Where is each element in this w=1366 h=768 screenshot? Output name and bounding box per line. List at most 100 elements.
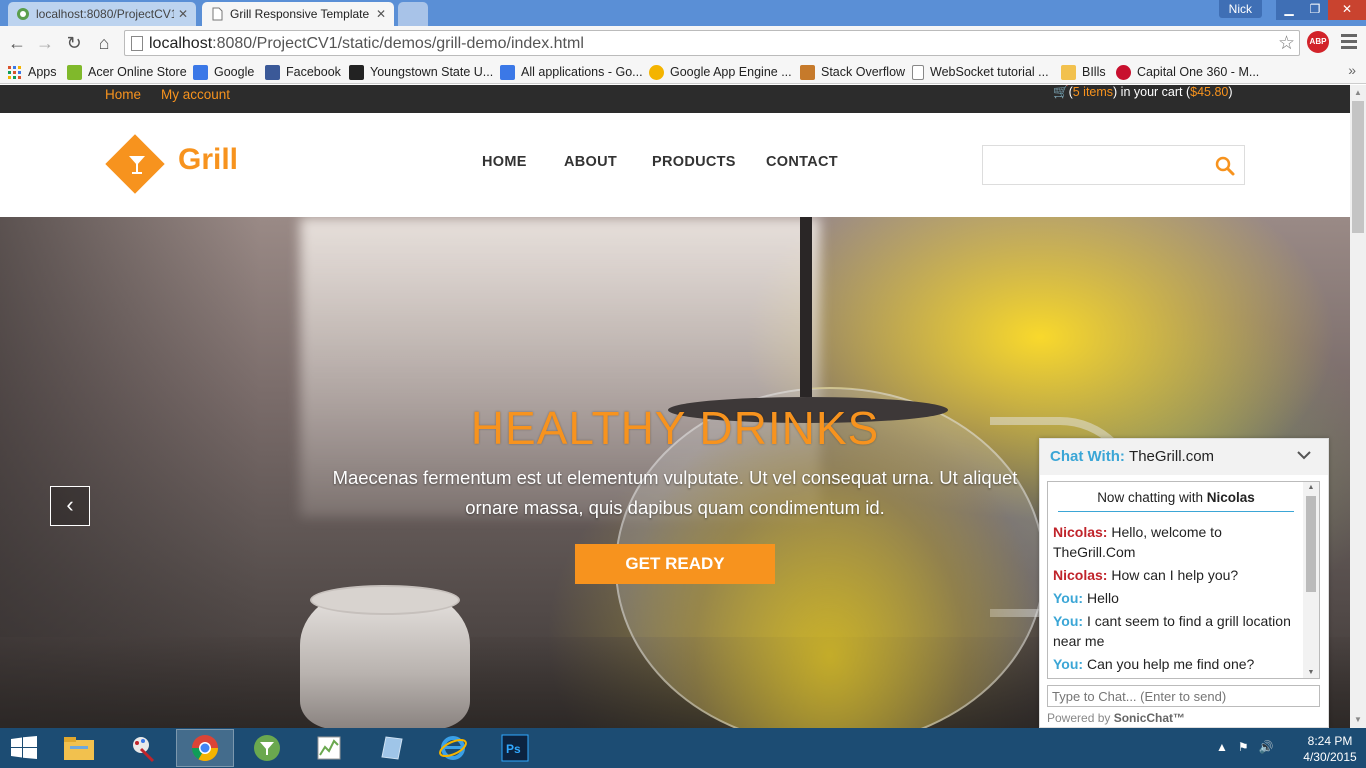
bookmark-stack-overflow[interactable]: Stack Overflow <box>800 63 905 81</box>
address-bar[interactable]: localhost:8080/ProjectCV1/static/demos/g… <box>124 30 1300 56</box>
home-icon[interactable]: ⌂ <box>93 32 115 54</box>
chat-log[interactable]: Now chatting with Nicolas Nicolas: Hello… <box>1047 481 1320 679</box>
nav-products[interactable]: PRODUCTS <box>652 154 736 170</box>
profile-badge[interactable]: Nick <box>1218 0 1262 18</box>
system-tray[interactable]: ▲ ⚑ 🔊 <box>1216 740 1274 754</box>
search-input[interactable] <box>982 145 1245 185</box>
reload-icon[interactable]: ↻ <box>63 32 85 54</box>
new-tab-button[interactable] <box>398 2 428 26</box>
cocktail-glass-icon <box>129 156 145 174</box>
chat-message: You: Hello <box>1053 590 1119 606</box>
page-icon <box>131 36 143 51</box>
file-explorer-icon[interactable] <box>50 729 108 767</box>
get-ready-button[interactable]: GET READY <box>575 544 775 584</box>
chevron-down-icon[interactable] <box>1294 445 1314 465</box>
bookmark-websocket[interactable]: WebSocket tutorial ... <box>912 63 1049 81</box>
scroll-up-arrow-icon[interactable]: ▲ <box>1350 85 1366 101</box>
bookmark-all-applications[interactable]: All applications - Go... <box>500 63 643 81</box>
logo-text[interactable]: Grill <box>178 143 238 177</box>
hero-text: Maecenas fermentum est ut elementum vulp… <box>332 467 1018 518</box>
back-arrow-icon[interactable]: ← <box>6 32 28 54</box>
scroll-down-arrow-icon[interactable]: ▼ <box>1350 712 1366 728</box>
minimize-button[interactable]: ▁ <box>1276 0 1302 20</box>
bookmark-apps[interactable]: Apps <box>7 63 57 81</box>
site-header: Grill HOME ABOUT PRODUCTS CONTACT <box>0 113 1350 217</box>
paint-icon[interactable] <box>114 729 172 767</box>
site-topbar: Home My account 🛒(5 items) in your cart … <box>0 85 1350 113</box>
scrollbar-thumb[interactable] <box>1352 101 1364 233</box>
chat-message: Nicolas: How can I help you? <box>1053 567 1239 583</box>
photoshop-icon[interactable]: Ps <box>486 729 544 767</box>
topbar-account-link[interactable]: My account <box>161 87 230 102</box>
google-icon <box>193 64 208 80</box>
google-icon <box>500 64 515 80</box>
forward-arrow-icon[interactable]: → <box>34 32 56 54</box>
tab-localhost[interactable]: localhost:8080/ProjectCV1 ✕ <box>8 2 196 26</box>
chrome-menu-icon[interactable] <box>1339 31 1359 53</box>
close-tab-icon[interactable]: ✕ <box>376 7 386 21</box>
bookmark-google[interactable]: Google <box>193 63 254 81</box>
chat-input[interactable] <box>1047 685 1320 707</box>
chrome-icon[interactable] <box>176 729 234 767</box>
chat-message: Nicolas: Hello, welcome to TheGrill.Com <box>1053 524 1222 560</box>
cart-summary[interactable]: 🛒(5 items) in your cart ($45.80) <box>1053 85 1233 100</box>
bookmark-youngstown[interactable]: Youngstown State U... <box>349 63 493 81</box>
bookmark-bills[interactable]: BIlls <box>1061 63 1106 81</box>
tea-cup-rim <box>310 585 460 615</box>
url-text: localhost:8080/ProjectCV1/static/demos/g… <box>149 35 584 52</box>
more-bookmarks-icon[interactable]: » <box>1348 62 1356 78</box>
page-icon <box>212 7 223 21</box>
scroll-down-arrow-icon[interactable]: ▼ <box>1303 669 1319 676</box>
tab-label: Grill Responsive Template <box>230 7 370 21</box>
browser-toolbar: ← → ↻ ⌂ localhost:8080/ProjectCV1/static… <box>0 26 1366 60</box>
bookmark-acer[interactable]: Acer Online Store <box>67 63 187 81</box>
bookmark-star-icon[interactable]: ☆ <box>1278 32 1295 55</box>
facebook-icon <box>265 64 280 80</box>
task-manager-icon[interactable] <box>300 729 358 767</box>
adblock-plus-icon[interactable]: ABP <box>1307 31 1329 53</box>
green-site-icon <box>17 8 29 20</box>
topbar-home-link[interactable]: Home <box>105 87 141 102</box>
page-icon <box>912 64 924 80</box>
maximize-button[interactable]: ❐ <box>1302 0 1328 20</box>
nav-contact[interactable]: CONTACT <box>766 154 838 170</box>
page-scrollbar[interactable]: ▲ ▼ <box>1350 85 1366 728</box>
show-hidden-icons-chevron-up-icon[interactable]: ▲ <box>1216 740 1228 754</box>
nav-about[interactable]: ABOUT <box>564 154 617 170</box>
bookmark-app-engine[interactable]: Google App Engine ... <box>649 63 792 81</box>
tab-label: localhost:8080/ProjectCV1 <box>36 7 174 21</box>
action-center-flag-icon[interactable]: ⚑ <box>1238 740 1249 754</box>
chat-banner: Now chatting with Nicolas <box>1058 490 1294 512</box>
windows-taskbar: Ps ▲ ⚑ 🔊 8:24 PM 4/30/2015 <box>0 728 1366 768</box>
windows-start-icon[interactable] <box>10 736 38 760</box>
browser-tabstrip: localhost:8080/ProjectCV1 ✕ Grill Respon… <box>0 0 1366 26</box>
grill-app-icon[interactable] <box>238 729 296 767</box>
chat-powered-by: Powered by SonicChat™ <box>1047 711 1186 725</box>
slider-prev-chevron-icon[interactable]: ‹ <box>50 486 90 526</box>
chat-message: You: Can you help me find one? <box>1053 656 1255 672</box>
chat-scrollbar-thumb[interactable] <box>1306 496 1316 592</box>
chat-message: You: I cant seem to find a grill locatio… <box>1053 613 1291 649</box>
bookmark-facebook[interactable]: Facebook <box>265 63 341 81</box>
close-window-button[interactable]: ✕ <box>1328 0 1366 20</box>
nav-home[interactable]: HOME <box>482 154 527 170</box>
taskbar-clock[interactable]: 8:24 PM 4/30/2015 <box>1300 733 1360 765</box>
chat-scrollbar[interactable]: ▲ ▼ <box>1303 482 1319 678</box>
bookmark-capital-one[interactable]: Capital One 360 - M... <box>1116 63 1259 81</box>
close-tab-icon[interactable]: ✕ <box>178 7 188 21</box>
chat-title: Chat With: TheGrill.com <box>1050 448 1215 465</box>
notes-app-icon[interactable] <box>362 729 420 767</box>
internet-explorer-icon[interactable] <box>424 729 482 767</box>
volume-icon[interactable]: 🔊 <box>1259 740 1274 754</box>
app-engine-icon <box>649 64 664 80</box>
scroll-up-arrow-icon[interactable]: ▲ <box>1303 484 1319 491</box>
svg-text:Ps: Ps <box>506 742 521 756</box>
search-icon[interactable] <box>1213 154 1237 178</box>
chat-widget: Chat With: TheGrill.com Now chatting wit… <box>1039 438 1329 728</box>
chat-header[interactable]: Chat With: TheGrill.com <box>1040 439 1328 475</box>
stack-overflow-icon <box>800 64 815 80</box>
tab-grill[interactable]: Grill Responsive Template ✕ <box>202 2 394 26</box>
capital-one-icon <box>1116 64 1131 80</box>
folder-icon <box>1061 64 1076 80</box>
apps-grid-icon <box>8 65 21 79</box>
